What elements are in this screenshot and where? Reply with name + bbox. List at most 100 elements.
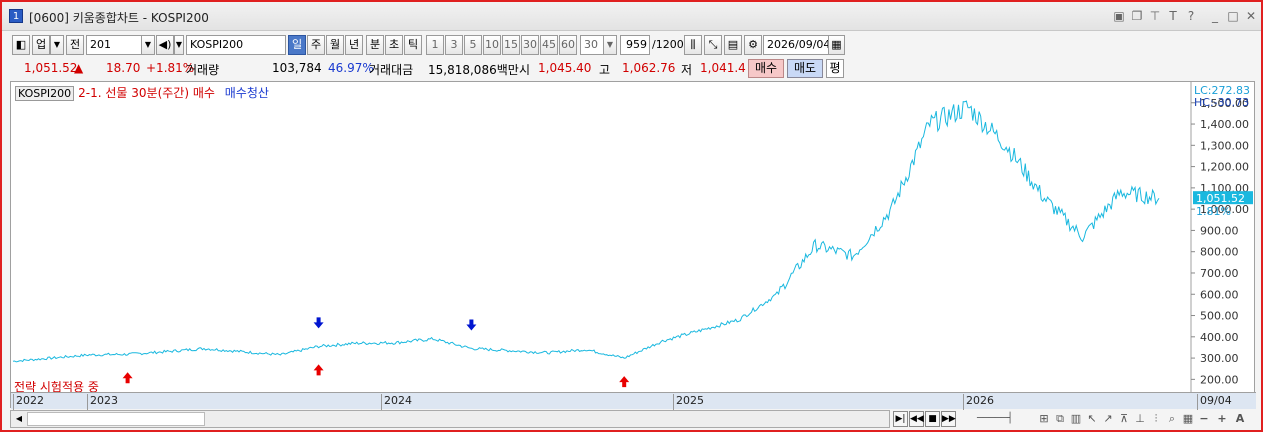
count-total: /1200: [652, 38, 684, 51]
scroll-thumb[interactable]: [27, 412, 205, 426]
screen-icon[interactable]: ▣: [1112, 9, 1126, 23]
pin-icon[interactable]: ⊤: [1148, 9, 1162, 23]
toolbar: ◧ 업 ▼ 전 201 ▼ ◀) ▼ KOSPI200 일 주 월 년 분 초 …: [10, 34, 1255, 56]
chart-area[interactable]: 200.00 300.00 400.00 500.00 600.00 700.00 800.…: [10, 81, 1256, 410]
y-tick-label: 300.00: [1200, 352, 1239, 365]
market-select[interactable]: 업: [32, 35, 50, 55]
market-dropdown-icon[interactable]: ▼: [50, 35, 64, 55]
exit-signal-marker: [466, 319, 477, 331]
legend-symbol[interactable]: KOSPI200: [15, 86, 75, 101]
tab-day[interactable]: 일: [288, 35, 306, 55]
title-bar[interactable]: 1 [0600] 키움종합차트 - KOSPI200 ▣ ❐ ⊤ T ? _ □…: [2, 2, 1261, 31]
price-value: 1,051.52: [24, 61, 78, 75]
fast-forward-icon[interactable]: ▶▶: [941, 411, 956, 427]
sell-button[interactable]: 매도: [787, 59, 823, 78]
volume-value: 103,784: [272, 61, 322, 75]
minimize-icon[interactable]: _: [1208, 9, 1222, 23]
candle-icon[interactable]: ⫼: [684, 35, 702, 55]
tab-tick[interactable]: 틱: [404, 35, 422, 55]
window-number-badge: 1: [9, 9, 23, 23]
pyeong-button[interactable]: 평: [826, 59, 844, 78]
bars-icon[interactable]: ⫶: [1148, 411, 1164, 427]
save-icon[interactable]: ▤: [724, 35, 742, 55]
table-icon[interactable]: ▦: [1180, 411, 1196, 427]
x-tick-label: 2025: [673, 394, 704, 410]
sound-dropdown-icon[interactable]: ▼: [174, 35, 184, 55]
minute-30[interactable]: 30: [521, 35, 539, 55]
dual-grid-icon[interactable]: ⧉: [1052, 411, 1068, 427]
minute-45[interactable]: 45: [540, 35, 558, 55]
window-title: [0600] 키움종합차트 - KOSPI200: [29, 11, 209, 25]
count-input[interactable]: 959: [620, 35, 650, 55]
minute-5[interactable]: 5: [464, 35, 482, 55]
high-value: 1,062.76: [622, 61, 676, 75]
y-tick-label: 1,400.00: [1200, 118, 1249, 131]
tab-second[interactable]: 초: [385, 35, 403, 55]
zoom-in-icon[interactable]: +: [1214, 411, 1230, 427]
high-label: 고: [599, 63, 611, 77]
stop-icon[interactable]: ■: [925, 411, 940, 427]
minute-10[interactable]: 10: [483, 35, 501, 55]
hc-label: HC:-30.73: [1194, 96, 1249, 109]
quote-row: 1,051.52 ▲ 18.70 +1.81% 거래량 103,784 46.9…: [10, 58, 1255, 78]
text-icon[interactable]: A: [1232, 411, 1248, 427]
code-input[interactable]: 201: [86, 35, 142, 55]
help-icon[interactable]: ?: [1184, 9, 1198, 23]
gear-icon[interactable]: ⚙: [744, 35, 762, 55]
rewind-icon[interactable]: ◀◀: [909, 411, 924, 427]
magnify-icon[interactable]: ⌕: [1164, 411, 1180, 427]
tab-month[interactable]: 월: [326, 35, 344, 55]
amount-label: 거래대금: [369, 63, 414, 77]
slider-icon[interactable]: ─────┤: [962, 411, 1028, 427]
chart-window: 1 [0600] 키움종합차트 - KOSPI200 ▣ ❐ ⊤ T ? _ □…: [0, 0, 1263, 432]
y-tick-label: 800.00: [1200, 246, 1239, 259]
current-pct-label: 1.81%: [1196, 205, 1231, 218]
minute-15[interactable]: 15: [502, 35, 520, 55]
y-tick-label: 600.00: [1200, 288, 1239, 301]
name-input[interactable]: KOSPI200: [186, 35, 286, 55]
sound-icon[interactable]: ◀): [156, 35, 174, 55]
buy-signal-marker: [122, 372, 133, 384]
y-tick-label: 900.00: [1200, 224, 1239, 237]
tab-minute[interactable]: 분: [366, 35, 384, 55]
arrow-icon[interactable]: ↖: [1084, 411, 1100, 427]
calendar-icon[interactable]: ▦: [828, 35, 845, 55]
align-icon[interactable]: ⊼: [1116, 411, 1132, 427]
minute-3[interactable]: 3: [445, 35, 463, 55]
minute-1[interactable]: 1: [426, 35, 444, 55]
grid-icon[interactable]: ⊞: [1036, 411, 1052, 427]
date-input[interactable]: 2026/09/04: [763, 35, 829, 55]
vertical-icon[interactable]: ⊥: [1132, 411, 1148, 427]
y-tick-label: 700.00: [1200, 267, 1239, 280]
maximize-icon[interactable]: □: [1226, 9, 1240, 23]
bottom-bar: ◀ ▶| ◀◀ ■ ▶▶ ─────┤ ⊞ ⧉ ▥ ↖ ↗ ⊼ ⊥ ⫶ ⌕ ▦ …: [10, 409, 1255, 429]
font-icon[interactable]: T: [1166, 9, 1180, 23]
buy-button[interactable]: 매수: [748, 59, 784, 78]
minute-60[interactable]: 60: [559, 35, 577, 55]
y-tick-label: 500.00: [1200, 310, 1239, 323]
x-tick-label: 2026: [963, 394, 994, 410]
horizontal-scrollbar[interactable]: ◀: [10, 410, 890, 428]
tab-week[interactable]: 주: [307, 35, 325, 55]
interval-dropdown-icon[interactable]: ▼: [603, 35, 617, 55]
chart-settings-icon[interactable]: ◧: [12, 35, 30, 55]
close-icon[interactable]: ✕: [1244, 9, 1258, 23]
interval-input[interactable]: 30: [580, 35, 604, 55]
view-select[interactable]: 전: [66, 35, 84, 55]
y-tick-label: 1,200.00: [1200, 161, 1249, 174]
y-tick-label: 200.00: [1200, 373, 1239, 386]
price-chart[interactable]: 200.00 300.00 400.00 500.00 600.00 700.00 800.…: [11, 82, 1256, 409]
line-tool-icon[interactable]: ⤡: [704, 35, 722, 55]
layout-icon[interactable]: ▥: [1068, 411, 1084, 427]
y-tick-label: 400.00: [1200, 331, 1239, 344]
arrow-right-icon[interactable]: ↗: [1100, 411, 1116, 427]
code-dropdown-icon[interactable]: ▼: [141, 35, 155, 55]
copy-icon[interactable]: ❐: [1130, 9, 1144, 23]
chart-legend: KOSPI200 2-1. 선물 30분(주간) 매수 매수청산: [15, 84, 269, 101]
low-value: 1,041.4: [700, 61, 746, 75]
play-icon[interactable]: ▶|: [893, 411, 908, 427]
scroll-left-icon[interactable]: ◀: [12, 412, 26, 426]
volume-pct: 46.97%: [328, 61, 374, 75]
zoom-out-icon[interactable]: −: [1196, 411, 1212, 427]
tab-year[interactable]: 년: [345, 35, 363, 55]
